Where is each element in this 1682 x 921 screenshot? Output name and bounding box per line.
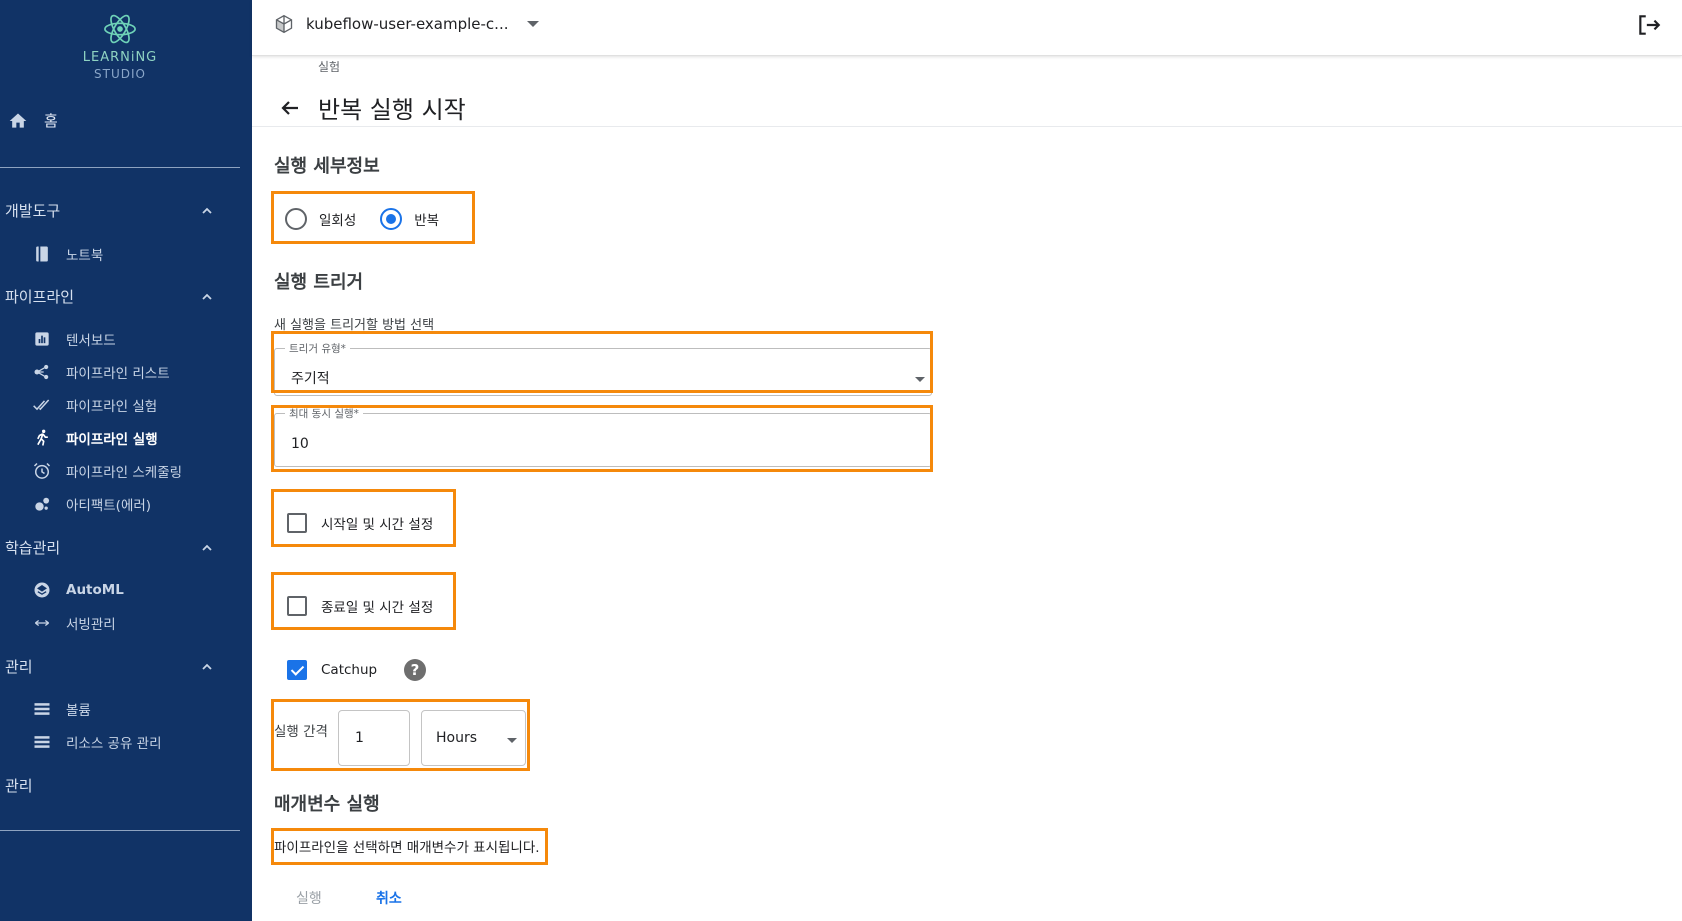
radio-recurring[interactable]: 반복 xyxy=(380,208,439,230)
run-icon xyxy=(37,429,48,446)
chevron-down-icon xyxy=(507,738,517,743)
sidebar-item-artifact[interactable]: 아티팩트(에러) xyxy=(32,494,151,514)
radio-label: 반복 xyxy=(414,213,440,229)
checkbox-label: 종료일 및 시간 설정 xyxy=(321,600,434,616)
arrows-icon xyxy=(34,619,50,627)
sidebar-item-pipeline-list[interactable]: 파이프라인 리스트 xyxy=(32,362,170,382)
chevron-up-icon xyxy=(202,293,212,300)
sidebar-item-label: 리소스 공유 관리 xyxy=(66,736,162,752)
breadcrumb[interactable]: 실험 xyxy=(318,58,340,75)
logout-icon[interactable] xyxy=(1636,12,1662,38)
sidebar-item-automl[interactable]: AutoML xyxy=(32,580,124,600)
back-arrow-icon[interactable] xyxy=(278,96,302,120)
run-button[interactable]: 실행 xyxy=(296,888,322,908)
radio-one-time[interactable]: 일회성 xyxy=(285,208,356,230)
chevron-up-icon xyxy=(202,207,212,214)
sidebar-item-tensorboard[interactable]: 텐서보드 xyxy=(32,329,116,349)
sidebar-section-devtools[interactable]: 개발도구 xyxy=(5,200,213,221)
double-check-icon xyxy=(33,399,50,411)
run-trigger-heading: 실행 트리거 xyxy=(274,272,364,293)
run-details-heading: 실행 세부정보 xyxy=(274,156,380,177)
sidebar-divider xyxy=(0,167,240,168)
start-date-checkbox[interactable]: 시작일 및 시간 설정 xyxy=(287,513,433,533)
sidebar-section-training[interactable]: 학습관리 xyxy=(5,537,213,558)
sidebar-item-label: 아티팩트(에러) xyxy=(66,498,152,514)
sidebar-section-admin[interactable]: 관리 xyxy=(5,656,213,677)
run-type-group: 일회성 반복 xyxy=(285,208,463,230)
alarm-icon xyxy=(33,462,51,479)
namespace-label: kubeflow-user-example-c... xyxy=(306,15,509,33)
brand-line1: LEARNiNG xyxy=(82,50,158,65)
checkbox-label: Catchup xyxy=(321,662,378,678)
sidebar-item-serving[interactable]: 서빙관리 xyxy=(32,613,116,633)
params-message: 파이프라인을 선택하면 매개변수가 표시됩니다. xyxy=(274,840,540,856)
list-icon xyxy=(34,736,50,748)
sidebar-section-pipeline[interactable]: 파이프라인 xyxy=(5,286,213,307)
field-value: Hours xyxy=(436,730,478,746)
section-label: 학습관리 xyxy=(5,539,61,557)
sidebar-divider xyxy=(0,830,240,831)
notebook-icon xyxy=(36,246,48,262)
catchup-checkbox[interactable]: Catchup xyxy=(287,660,377,680)
radio-indicator xyxy=(285,208,307,230)
namespace-selector[interactable]: kubeflow-user-example-c... xyxy=(274,14,539,34)
sidebar-item-pipeline-scheduling[interactable]: 파이프라인 스케줄링 xyxy=(32,461,182,481)
chevron-down-icon xyxy=(526,21,539,27)
checkbox-label: 시작일 및 시간 설정 xyxy=(321,517,434,533)
sidebar-item-resource-sharing[interactable]: 리소스 공유 관리 xyxy=(32,732,162,752)
sidebar-section-admin-2[interactable]: 관리 xyxy=(5,775,213,796)
sidebar-item-pipeline-run[interactable]: 파이프라인 실행 xyxy=(32,428,158,448)
interval-unit-select[interactable]: Hours xyxy=(421,710,526,766)
sidebar: LEARNiNG STUDIO 홈 개발도구 노트북 파이프라인 텐서보드 파이… xyxy=(0,0,252,921)
field-value: 1 xyxy=(355,730,364,746)
end-date-checkbox[interactable]: 종료일 및 시간 설정 xyxy=(287,596,433,616)
params-heading: 매개변수 실행 xyxy=(274,794,380,815)
sidebar-item-label: 볼륨 xyxy=(66,703,91,719)
sidebar-item-label: AutoML xyxy=(66,582,124,598)
sidebar-item-pipeline-experiment[interactable]: 파이프라인 실험 xyxy=(32,395,157,415)
app-root: LEARNiNG STUDIO 홈 개발도구 노트북 파이프라인 텐서보드 파이… xyxy=(0,0,1682,921)
section-label: 파이프라인 xyxy=(5,288,75,306)
bubbles-icon xyxy=(35,497,50,511)
chart-icon xyxy=(35,332,49,346)
pipeline-icon xyxy=(34,364,49,380)
sidebar-item-label: 파이프라인 실행 xyxy=(66,432,158,448)
sidebar-item-label: 텐서보드 xyxy=(66,333,116,349)
highlight-trigger-type xyxy=(271,331,933,393)
sidebar-item-label: 파이프라인 리스트 xyxy=(66,366,170,382)
sidebar-item-label: 노트북 xyxy=(66,248,104,264)
interval-label: 실행 간격 xyxy=(274,724,328,740)
sidebar-item-label: 홈 xyxy=(44,112,58,130)
sidebar-item-volume[interactable]: 볼륨 xyxy=(32,699,91,719)
sidebar-item-notebook[interactable]: 노트북 xyxy=(32,244,103,264)
sidebar-item-label: 파이프라인 실험 xyxy=(66,399,158,415)
sidebar-item-label: 파이프라인 스케줄링 xyxy=(66,465,183,481)
radio-label: 일회성 xyxy=(319,213,357,229)
list-icon xyxy=(34,703,50,715)
cancel-button[interactable]: 취소 xyxy=(376,888,402,908)
section-label: 관리 xyxy=(5,777,33,795)
checkbox-indicator xyxy=(287,513,307,533)
help-icon[interactable]: ? xyxy=(404,659,426,681)
atom-logo-icon xyxy=(104,14,136,44)
cube-icon xyxy=(275,14,293,34)
chevron-up-icon xyxy=(202,544,212,551)
interval-value-input[interactable]: 1 xyxy=(338,710,410,766)
section-label: 개발도구 xyxy=(5,202,61,220)
checkbox-indicator xyxy=(287,660,307,680)
brand-logo[interactable]: LEARNiNG STUDIO xyxy=(0,12,240,81)
checkbox-indicator xyxy=(287,596,307,616)
highlight-max-concurrent xyxy=(271,405,933,472)
page-title: 반복 실행 시작 xyxy=(318,96,466,124)
radio-indicator xyxy=(380,208,403,230)
brand-line2: STUDIO xyxy=(94,67,146,81)
title-divider xyxy=(252,126,1682,127)
sidebar-item-label: 서빙관리 xyxy=(66,617,116,633)
sidebar-item-home[interactable]: 홈 xyxy=(8,110,58,131)
automl-icon xyxy=(34,582,50,598)
home-icon xyxy=(9,113,27,128)
top-bar: kubeflow-user-example-c... xyxy=(252,0,1682,56)
chevron-up-icon xyxy=(202,663,212,670)
section-label: 관리 xyxy=(5,658,33,676)
